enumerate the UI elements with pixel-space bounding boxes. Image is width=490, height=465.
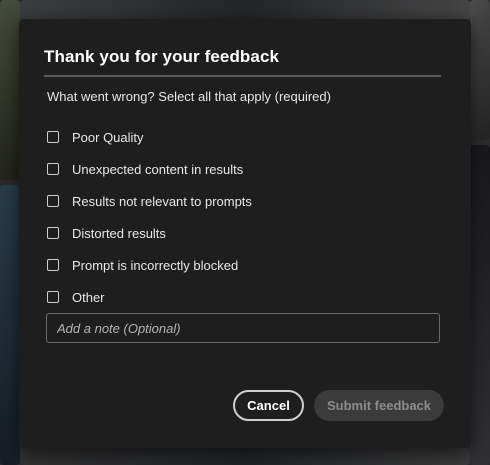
background-thumbnail <box>0 185 20 465</box>
feedback-options: Poor Quality Unexpected content in resul… <box>47 121 427 313</box>
submit-feedback-button[interactable]: Submit feedback <box>314 390 444 421</box>
option-label: Results not relevant to prompts <box>72 193 252 209</box>
option-label: Poor Quality <box>72 129 144 145</box>
background-thumbnail <box>0 0 20 180</box>
background-thumbnail <box>20 448 470 465</box>
option-other[interactable]: Other <box>47 281 427 313</box>
option-poor-quality[interactable]: Poor Quality <box>47 121 427 153</box>
note-input[interactable] <box>46 313 440 343</box>
checkbox[interactable] <box>47 131 59 143</box>
background-thumbnail <box>20 0 470 20</box>
dialog-title: Thank you for your feedback <box>44 47 280 66</box>
option-unexpected-content[interactable]: Unexpected content in results <box>47 153 427 185</box>
question-prompt: What went wrong? Select all that apply (… <box>47 89 331 104</box>
background-thumbnail <box>470 0 490 140</box>
checkbox[interactable] <box>47 195 59 207</box>
option-label: Unexpected content in results <box>72 161 244 177</box>
option-not-relevant[interactable]: Results not relevant to prompts <box>47 185 427 217</box>
checkbox[interactable] <box>47 227 59 239</box>
checkbox[interactable] <box>47 163 59 175</box>
checkbox[interactable] <box>47 259 59 271</box>
background-thumbnail <box>470 145 490 465</box>
option-label: Prompt is incorrectly blocked <box>72 257 239 273</box>
option-label: Other <box>72 289 105 305</box>
option-distorted-results[interactable]: Distorted results <box>47 217 427 249</box>
option-label: Distorted results <box>72 225 166 241</box>
checkbox[interactable] <box>47 291 59 303</box>
feedback-dialog: Thank you for your feedback What went wr… <box>19 19 471 448</box>
option-incorrectly-blocked[interactable]: Prompt is incorrectly blocked <box>47 249 427 281</box>
title-divider <box>44 75 441 77</box>
cancel-button[interactable]: Cancel <box>233 390 304 421</box>
